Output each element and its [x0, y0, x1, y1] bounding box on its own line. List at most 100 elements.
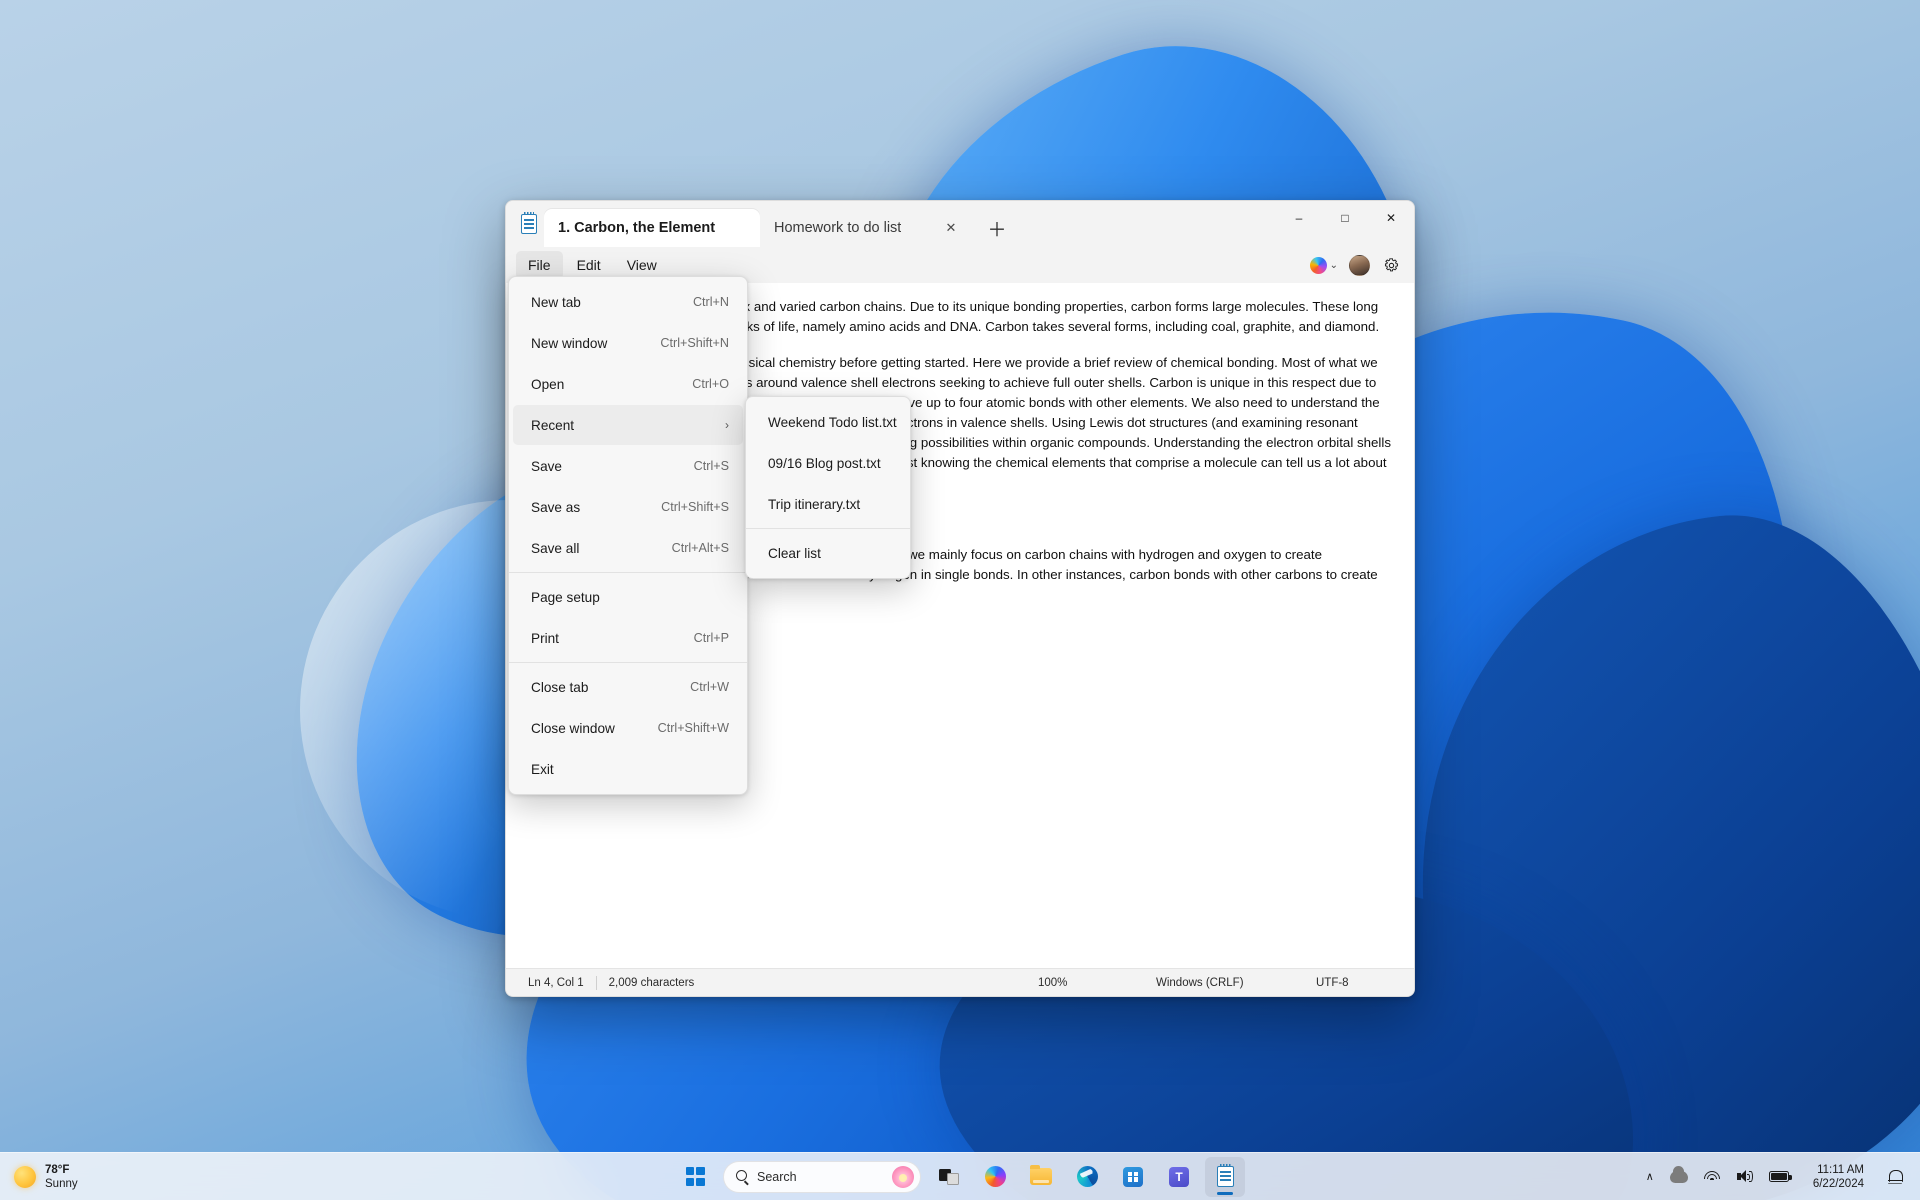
search-label: Search	[757, 1169, 797, 1184]
notifications-button[interactable]	[1882, 1159, 1908, 1195]
menu-item-page-setup[interactable]: Page setup	[513, 577, 743, 617]
clock-time: 11:11 AM	[1817, 1163, 1864, 1176]
encoding[interactable]: UTF-8	[1304, 977, 1414, 989]
onedrive-cloud-icon	[1669, 1165, 1688, 1183]
weather-temperature: 78°F	[45, 1163, 70, 1176]
recent-submenu-popup[interactable]: Weekend Todo list.txt 09/16 Blog post.tx…	[745, 396, 911, 579]
menu-item-save-as[interactable]: Save as Ctrl+Shift+S	[513, 487, 743, 527]
account-button[interactable]	[1344, 250, 1374, 280]
recent-item-blog-post[interactable]: 09/16 Blog post.txt	[750, 443, 906, 483]
desktop[interactable]: 1. Carbon, the Element Homework to do li…	[0, 0, 1920, 1200]
menu-item-label: Save as	[531, 499, 581, 515]
menu-view[interactable]: View	[615, 251, 669, 279]
chevron-down-icon: ⌄	[1329, 259, 1338, 271]
menu-item-label: New tab	[531, 294, 581, 310]
menu-item-label: Close tab	[531, 679, 589, 695]
menu-item-label: Clear list	[768, 545, 821, 561]
notepad-button[interactable]	[1205, 1156, 1245, 1197]
wifi-icon	[1704, 1170, 1721, 1183]
start-button[interactable]	[675, 1157, 715, 1197]
search-icon	[736, 1170, 749, 1183]
bell-icon	[1888, 1169, 1903, 1185]
character-count: 2,009 characters	[608, 976, 695, 989]
window-controls[interactable]: – □ ✕	[1276, 201, 1414, 235]
menu-item-label: Save	[531, 458, 562, 474]
menu-item-label: Open	[531, 376, 565, 392]
menu-item-label: New window	[531, 335, 608, 351]
menu-item-new-window[interactable]: New window Ctrl+Shift+N	[513, 323, 743, 363]
title-bar[interactable]: 1. Carbon, the Element Homework to do li…	[506, 201, 1414, 247]
menu-item-recent[interactable]: Recent ›	[513, 405, 743, 445]
menu-separator	[509, 572, 747, 573]
menu-item-label: Recent	[531, 417, 575, 433]
menu-item-label: Page setup	[531, 589, 600, 605]
menu-item-close-window[interactable]: Close window Ctrl+Shift+W	[513, 708, 743, 748]
notepad-icon	[514, 201, 544, 247]
menu-item-shortcut: Ctrl+P	[693, 631, 729, 645]
settings-button[interactable]	[1376, 250, 1406, 280]
tab-homework-to-do-list[interactable]: Homework to do list ✕	[760, 209, 976, 247]
copilot-icon	[984, 1166, 1006, 1187]
menu-item-shortcut: Ctrl+Shift+S	[661, 500, 729, 514]
menu-edit[interactable]: Edit	[565, 251, 613, 279]
speaker-icon	[1736, 1170, 1754, 1183]
menu-item-shortcut: Ctrl+S	[693, 459, 729, 473]
avatar	[1348, 254, 1370, 276]
system-tray[interactable]: ∧ 11:11 AM 6/22/2024	[1640, 1159, 1920, 1195]
recent-item-trip-itinerary[interactable]: Trip itinerary.txt	[750, 484, 906, 524]
menu-item-label: Trip itinerary.txt	[768, 496, 861, 512]
menu-file[interactable]: File	[516, 251, 563, 279]
menu-item-save[interactable]: Save Ctrl+S	[513, 446, 743, 486]
battery-button[interactable]	[1763, 1159, 1795, 1195]
maximize-button[interactable]: □	[1322, 201, 1368, 235]
battery-icon	[1768, 1171, 1792, 1182]
recent-item-clear-list[interactable]: Clear list	[750, 533, 906, 573]
menu-item-label: Weekend Todo list.txt	[768, 414, 897, 430]
store-icon	[1123, 1166, 1143, 1187]
tab-label: 1. Carbon, the Element	[558, 220, 716, 236]
microsoft-store-button[interactable]	[1113, 1157, 1153, 1197]
network-button[interactable]	[1698, 1159, 1727, 1195]
new-tab-button[interactable]: ＋	[982, 213, 1012, 243]
close-icon[interactable]: ✕	[940, 217, 962, 239]
menu-item-print[interactable]: Print Ctrl+P	[513, 618, 743, 658]
volume-button[interactable]	[1731, 1159, 1759, 1195]
show-hidden-icons-button[interactable]: ∧	[1640, 1159, 1660, 1195]
file-explorer-button[interactable]	[1021, 1157, 1061, 1197]
copilot-icon	[1309, 256, 1327, 274]
weather-widget[interactable]: 78°F Sunny	[0, 1157, 78, 1197]
zoom-level[interactable]: 100%	[1026, 977, 1144, 989]
copilot-button[interactable]	[975, 1157, 1015, 1197]
close-window-button[interactable]: ✕	[1368, 201, 1414, 235]
taskbar[interactable]: 78°F Sunny Search T ∧ 11:11 AM 6/22/2024	[0, 1152, 1920, 1200]
onedrive-button[interactable]	[1664, 1159, 1694, 1195]
teams-button[interactable]: T	[1159, 1157, 1199, 1197]
menu-item-new-tab[interactable]: New tab Ctrl+N	[513, 282, 743, 322]
menu-item-label: 09/16 Blog post.txt	[768, 455, 881, 471]
recent-item-weekend-todo-list[interactable]: Weekend Todo list.txt	[750, 402, 906, 442]
clock-date: 6/22/2024	[1812, 1177, 1864, 1190]
line-ending[interactable]: Windows (CRLF)	[1144, 977, 1304, 989]
tab-carbon-the-element[interactable]: 1. Carbon, the Element	[544, 209, 760, 247]
edge-button[interactable]	[1067, 1157, 1107, 1197]
menu-item-open[interactable]: Open Ctrl+O	[513, 364, 743, 404]
search-button[interactable]: Search	[723, 1160, 921, 1193]
minimize-button[interactable]: –	[1276, 201, 1322, 235]
windows-logo-icon	[685, 1167, 705, 1186]
copilot-button[interactable]: ⌄	[1306, 250, 1342, 280]
menu-item-shortcut: Ctrl+N	[692, 295, 729, 309]
file-menu-popup[interactable]: New tab Ctrl+N New window Ctrl+Shift+N O…	[508, 276, 748, 795]
taskbar-center-group[interactable]: Search T	[675, 1156, 1245, 1197]
menu-item-close-tab[interactable]: Close tab Ctrl+W	[513, 667, 743, 707]
menu-item-shortcut: Ctrl+W	[690, 680, 729, 694]
clock-button[interactable]: 11:11 AM 6/22/2024	[1799, 1159, 1878, 1195]
task-view-button[interactable]	[929, 1157, 969, 1197]
tab-strip[interactable]: 1. Carbon, the Element Homework to do li…	[544, 201, 1012, 247]
menu-item-shortcut: Ctrl+Alt+S	[671, 541, 729, 555]
folder-icon	[1030, 1165, 1052, 1185]
menu-bar-right-actions[interactable]: ⌄	[1306, 247, 1406, 283]
lotus-icon	[892, 1165, 914, 1188]
menu-item-exit[interactable]: Exit	[513, 749, 743, 789]
gear-icon	[1384, 257, 1398, 271]
menu-item-save-all[interactable]: Save all Ctrl+Alt+S	[513, 528, 743, 568]
